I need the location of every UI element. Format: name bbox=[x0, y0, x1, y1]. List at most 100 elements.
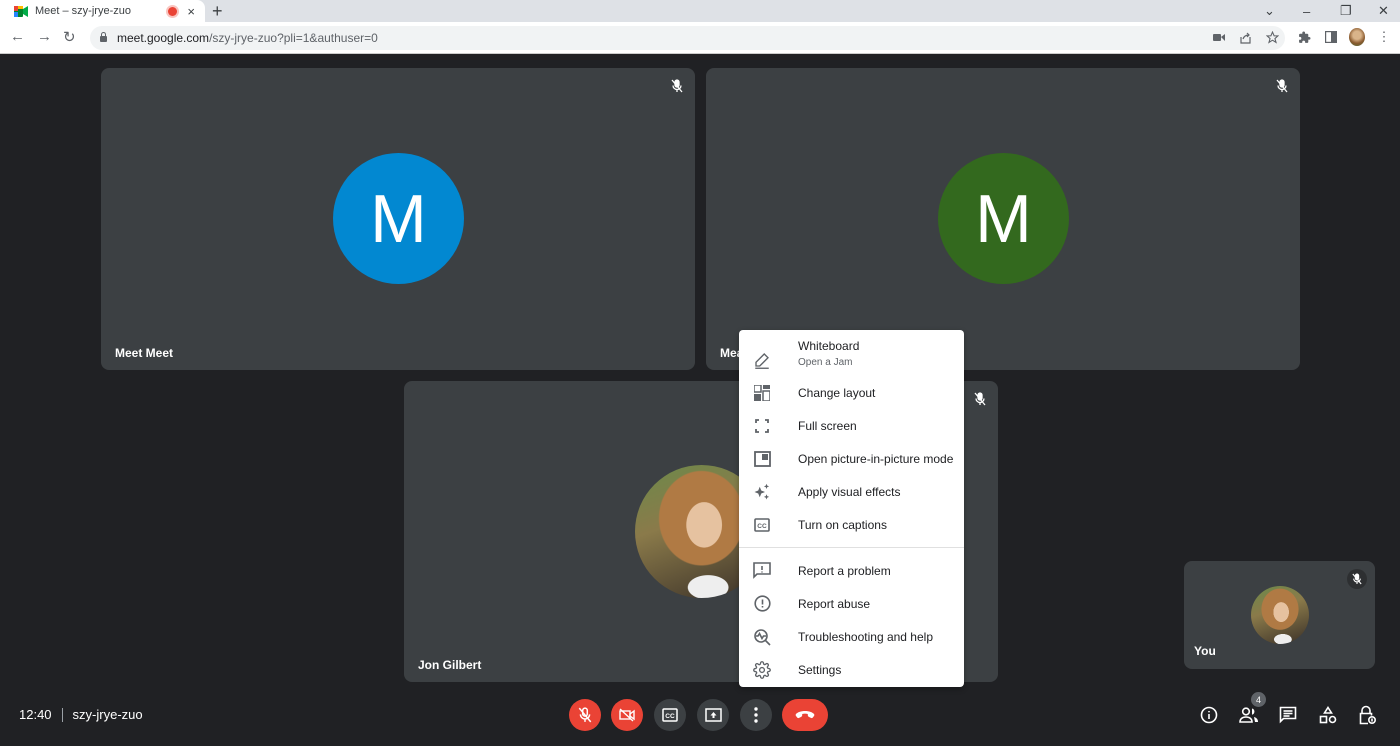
fullscreen-icon bbox=[752, 416, 772, 436]
forward-button[interactable]: → bbox=[37, 28, 52, 45]
menu-item-label: Open picture-in-picture mode bbox=[798, 451, 954, 466]
menu-item-label: Turn on captions bbox=[798, 517, 887, 532]
url-host: meet.google.com bbox=[117, 31, 210, 45]
activities-shapes-icon bbox=[1319, 706, 1337, 724]
chat-button[interactable] bbox=[1277, 704, 1299, 726]
present-screen-icon bbox=[704, 708, 722, 722]
host-lock-icon bbox=[1359, 705, 1376, 725]
menu-item-sublabel: Open a Jam bbox=[798, 357, 853, 368]
participant-avatar: M bbox=[333, 153, 464, 284]
close-window-button[interactable]: ✕ bbox=[1378, 0, 1389, 22]
back-button[interactable]: ← bbox=[10, 28, 25, 45]
pip-icon bbox=[752, 449, 772, 469]
activities-button[interactable] bbox=[1317, 704, 1339, 726]
info-icon bbox=[1200, 706, 1218, 724]
new-tab-button[interactable]: + bbox=[212, 1, 223, 21]
menu-item-settings[interactable]: Settings bbox=[739, 653, 964, 686]
people-button[interactable] bbox=[1238, 704, 1260, 726]
participant-avatar: M bbox=[938, 153, 1069, 284]
mic-off-icon bbox=[1347, 569, 1367, 589]
pencil-icon bbox=[752, 350, 772, 370]
divider bbox=[61, 707, 63, 722]
menu-item-label: Apply visual effects bbox=[798, 484, 901, 499]
address-bar[interactable]: meet.google.com /szy-jrye-zuo?pli=1&auth… bbox=[90, 26, 1285, 50]
menu-item-full-screen[interactable]: Full screen bbox=[739, 409, 964, 442]
meeting-details-button[interactable] bbox=[1198, 704, 1220, 726]
svg-text:CC: CC bbox=[757, 523, 767, 530]
browser-menu-button[interactable]: ⋮ bbox=[1376, 29, 1392, 45]
mic-off-icon bbox=[578, 707, 592, 723]
mic-off-icon bbox=[970, 389, 990, 409]
present-now-button[interactable] bbox=[697, 699, 729, 731]
more-options-menu: Whiteboard Open a Jam Change layout Full… bbox=[739, 330, 964, 687]
people-icon bbox=[1239, 707, 1258, 723]
alert-circle-icon bbox=[752, 594, 772, 614]
hang-up-icon bbox=[795, 711, 815, 719]
captions-icon: CC bbox=[662, 708, 678, 722]
tab-close-button[interactable]: × bbox=[187, 4, 195, 19]
participant-name: You bbox=[1194, 644, 1216, 658]
meeting-details: 12:40 szy-jrye-zuo bbox=[19, 707, 143, 722]
url-path: /szy-jrye-zuo?pli=1&authuser=0 bbox=[209, 31, 378, 45]
bookmark-star-icon[interactable] bbox=[1264, 29, 1280, 45]
menu-item-label: Whiteboard bbox=[798, 339, 860, 353]
menu-divider bbox=[739, 547, 964, 548]
mic-off-icon bbox=[667, 76, 687, 96]
self-view-tile[interactable]: You bbox=[1184, 561, 1375, 669]
menu-item-label: Report abuse bbox=[798, 596, 871, 611]
more-vert-icon bbox=[754, 707, 758, 723]
menu-item-change-layout[interactable]: Change layout bbox=[739, 376, 964, 409]
camera-off-icon bbox=[619, 708, 635, 722]
extensions-icon[interactable] bbox=[1296, 29, 1312, 45]
menu-item-picture-in-picture[interactable]: Open picture-in-picture mode bbox=[739, 442, 964, 475]
troubleshoot-icon bbox=[752, 627, 772, 647]
participant-tile[interactable]: M Meet Meet bbox=[101, 68, 695, 370]
participant-name: Jon Gilbert bbox=[418, 658, 482, 672]
self-photo-avatar bbox=[1251, 586, 1309, 644]
browser-tab-strip: Meet – szy-jrye-zuo × + ⌄ – ❐ ✕ bbox=[0, 0, 1400, 22]
more-options-button[interactable] bbox=[740, 699, 772, 731]
browser-toolbar: ← → ↻ meet.google.com /szy-jrye-zuo?pli=… bbox=[0, 22, 1400, 54]
svg-text:CC: CC bbox=[665, 713, 675, 720]
menu-item-report-problem[interactable]: Report a problem bbox=[739, 554, 964, 587]
menu-item-troubleshooting[interactable]: Troubleshooting and help bbox=[739, 620, 964, 653]
menu-item-label: Report a problem bbox=[798, 563, 891, 578]
captions-button[interactable]: CC bbox=[654, 699, 686, 731]
microphone-toggle-button[interactable] bbox=[569, 699, 601, 731]
menu-item-report-abuse[interactable]: Report abuse bbox=[739, 587, 964, 620]
participant-tile[interactable]: M Mea bbox=[706, 68, 1300, 370]
captions-icon: CC bbox=[752, 515, 772, 535]
profile-avatar[interactable] bbox=[1349, 28, 1365, 46]
current-time: 12:40 bbox=[19, 707, 52, 722]
participant-name: Meet Meet bbox=[115, 346, 174, 360]
side-panel-icon[interactable] bbox=[1323, 29, 1339, 45]
meeting-code: szy-jrye-zuo bbox=[72, 707, 143, 722]
menu-item-visual-effects[interactable]: Apply visual effects bbox=[739, 475, 964, 508]
menu-item-label: Settings bbox=[798, 662, 842, 677]
mic-off-icon bbox=[1272, 76, 1292, 96]
menu-item-captions[interactable]: CC Turn on captions bbox=[739, 508, 964, 541]
google-meet-favicon bbox=[14, 5, 28, 17]
restore-button[interactable]: ❐ bbox=[1340, 0, 1352, 22]
minimize-button[interactable]: – bbox=[1303, 0, 1310, 22]
reload-button[interactable]: ↻ bbox=[63, 28, 76, 46]
tab-title: Meet – szy-jrye-zuo bbox=[35, 5, 131, 17]
tab-search-button[interactable]: ⌄ bbox=[1264, 0, 1275, 22]
camera-toggle-button[interactable] bbox=[611, 699, 643, 731]
lock-icon bbox=[100, 32, 107, 42]
feedback-icon bbox=[752, 561, 772, 581]
sparkle-icon bbox=[752, 482, 772, 502]
camera-in-use-icon[interactable] bbox=[1211, 29, 1227, 45]
menu-item-whiteboard[interactable]: Whiteboard Open a Jam bbox=[739, 336, 964, 376]
browser-tab[interactable]: Meet – szy-jrye-zuo × bbox=[0, 0, 205, 22]
participant-count-badge: 4 bbox=[1251, 692, 1266, 707]
host-controls-button[interactable] bbox=[1356, 704, 1378, 726]
recording-indicator-icon bbox=[168, 6, 178, 16]
gear-icon bbox=[752, 660, 772, 680]
menu-item-label: Change layout bbox=[798, 385, 876, 400]
leave-call-button[interactable] bbox=[782, 699, 828, 731]
menu-item-label: Troubleshooting and help bbox=[798, 629, 933, 644]
share-icon[interactable] bbox=[1237, 29, 1253, 45]
layout-icon bbox=[752, 383, 772, 403]
chat-icon bbox=[1279, 706, 1297, 724]
